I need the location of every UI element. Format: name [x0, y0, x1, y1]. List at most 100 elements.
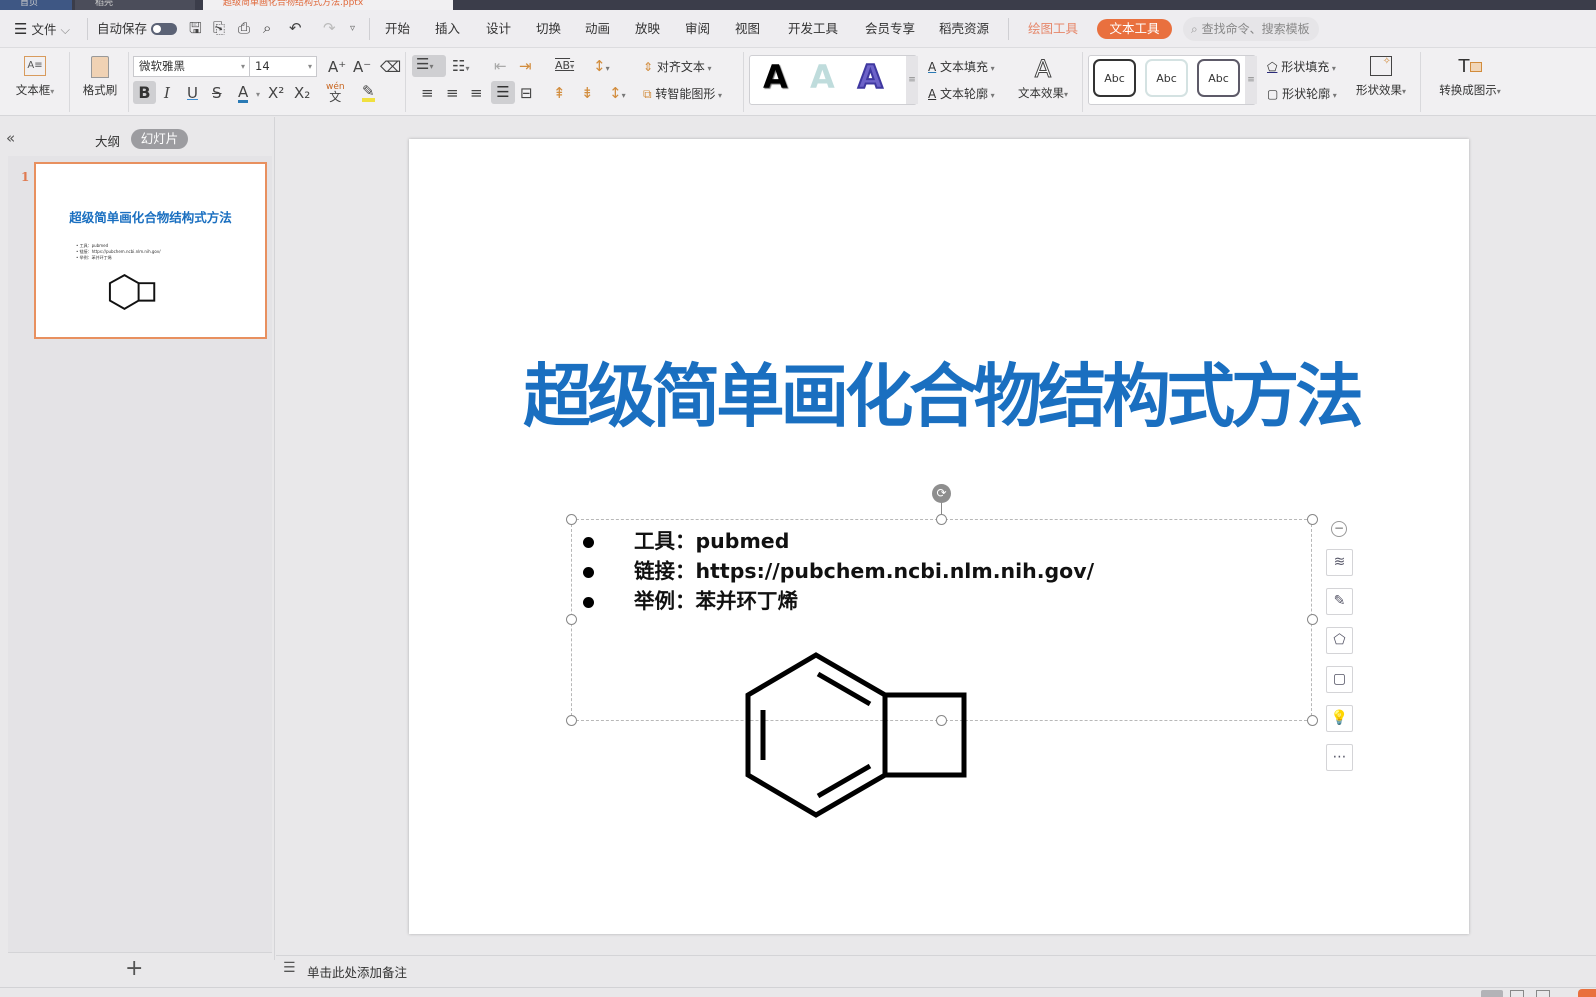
tab-outline[interactable]: 大纲 — [95, 131, 120, 150]
tab-text-tools[interactable]: 文本工具 — [1097, 19, 1172, 39]
format-painter-button[interactable]: 格式刷 — [75, 56, 125, 98]
benzocyclobutene-structure[interactable] — [740, 650, 980, 820]
tab-docer-resources[interactable]: 稻壳资源 — [939, 10, 989, 48]
align-text-button[interactable]: ⇕ 对齐文本 ▾ — [643, 58, 711, 75]
tab-design[interactable]: 设计 — [486, 10, 511, 48]
collapse-panel-icon[interactable]: « — [6, 129, 15, 147]
font-size-select[interactable]: 14 ▾ — [249, 56, 317, 77]
numbered-list-icon[interactable]: ☷▾ — [452, 57, 469, 78]
sort-icon[interactable]: ↕▾ — [593, 57, 610, 78]
resize-handle[interactable] — [1307, 614, 1318, 625]
text-style-outline[interactable]: A — [857, 57, 884, 97]
font-name-select[interactable]: 微软雅黑 ▾ — [133, 56, 250, 77]
highlight-icon[interactable]: ✎ — [362, 84, 375, 102]
tab-transition[interactable]: 切换 — [536, 10, 561, 48]
save-icon[interactable]: 🖫 — [189, 19, 202, 39]
align-right-icon[interactable]: ≡ — [470, 84, 483, 102]
collapse-toolbar-icon[interactable]: − — [1331, 521, 1347, 537]
shape-outline-icon[interactable]: ▢ — [1326, 666, 1353, 693]
tab-developer[interactable]: 开发工具 — [788, 10, 838, 48]
text-style-black[interactable]: A — [763, 58, 788, 96]
distribute-icon[interactable]: ⊟ — [520, 84, 533, 102]
quick-access-more-icon[interactable]: ▿ — [350, 10, 355, 48]
rotate-handle-icon[interactable]: ⟳ — [932, 484, 951, 503]
chevron-down-icon[interactable]: ▾ — [256, 90, 260, 99]
justify-icon[interactable]: ☰ — [491, 81, 515, 104]
file-menu[interactable]: ☰ 文件 ⌵ — [14, 10, 70, 48]
redo-icon[interactable]: ↷ — [323, 19, 336, 39]
shape-fill-button[interactable]: ⬠ 形状填充 ▾ — [1267, 58, 1336, 75]
layers-icon[interactable]: ≋ — [1326, 549, 1353, 576]
tab-animation[interactable]: 动画 — [585, 10, 610, 48]
autosave-toggle[interactable] — [151, 23, 177, 35]
decrease-indent-icon[interactable]: ⇤ — [494, 57, 507, 75]
line-spacing-increase-icon[interactable]: ⇞ — [553, 84, 566, 102]
text-effect-button[interactable]: A 文本效果▾ — [1012, 56, 1074, 101]
window-tab-docer[interactable]: 稻壳 — [75, 0, 195, 10]
lightbulb-icon[interactable]: 💡 — [1326, 705, 1353, 732]
window-tab-document[interactable]: 超级简单画化合物结构式方法.pptx — [203, 0, 453, 10]
resize-handle[interactable] — [1307, 715, 1318, 726]
window-tab-home[interactable]: 首页 — [0, 0, 72, 10]
increase-indent-icon[interactable]: ⇥ — [519, 57, 532, 75]
shape-style-dark[interactable]: Abc — [1093, 59, 1136, 97]
resize-handle[interactable] — [566, 715, 577, 726]
shape-fill-icon[interactable]: ⬠ — [1326, 627, 1353, 654]
tab-insert[interactable]: 插入 — [435, 10, 460, 48]
print-icon[interactable]: ⎙ — [238, 19, 250, 39]
line-spacing-icon[interactable]: ↕▾ — [609, 84, 626, 105]
increase-font-icon[interactable]: A⁺ — [328, 58, 346, 76]
italic-button[interactable]: I — [164, 84, 170, 102]
align-center-icon[interactable]: ≡ — [446, 84, 459, 102]
text-outline-button[interactable]: A 文本轮廓 ▾ — [928, 85, 995, 102]
notes-placeholder[interactable]: 单击此处添加备注 — [307, 962, 407, 981]
resize-handle[interactable] — [936, 514, 947, 525]
decrease-font-icon[interactable]: A⁻ — [353, 58, 371, 76]
tab-member[interactable]: 会员专享 — [865, 10, 915, 48]
line-spacing-decrease-icon[interactable]: ⇟ — [581, 84, 594, 102]
add-slide-button[interactable]: + — [125, 954, 143, 984]
tab-review[interactable]: 审阅 — [685, 10, 710, 48]
convert-smartart-button[interactable]: ⧉ 转智能图形 ▾ — [643, 85, 722, 102]
print-preview-icon[interactable]: ⌕ — [263, 19, 271, 39]
normal-view-icon[interactable] — [1481, 990, 1503, 997]
shape-effect-button[interactable]: ✧ 形状效果▾ — [1350, 56, 1412, 98]
clear-format-icon[interactable]: ⌫ — [380, 58, 401, 76]
align-left-icon[interactable]: ≡ — [421, 84, 434, 102]
shape-style-gray[interactable]: Abc — [1197, 59, 1240, 97]
more-options-icon[interactable]: ⋯ — [1326, 744, 1353, 771]
reading-view-icon[interactable] — [1536, 990, 1550, 997]
tab-start[interactable]: 开始 — [385, 10, 410, 48]
sorter-view-icon[interactable] — [1510, 990, 1524, 997]
export-pdf-icon[interactable]: ⎘ — [213, 19, 225, 39]
textbox-button[interactable]: A≡ 文本框▾ — [10, 56, 60, 98]
play-slideshow-button[interactable] — [1578, 989, 1596, 997]
gallery-more-icon[interactable]: ≡ — [1245, 56, 1257, 104]
shape-style-light[interactable]: Abc — [1145, 59, 1188, 97]
text-style-light[interactable]: A — [810, 58, 835, 96]
resize-handle[interactable] — [1307, 514, 1318, 525]
strikethrough-button[interactable]: S — [212, 84, 222, 102]
superscript-button[interactable]: X² — [268, 84, 284, 102]
underline-button[interactable]: U — [187, 84, 198, 102]
font-color-button[interactable]: A — [238, 84, 249, 103]
gallery-more-icon[interactable]: ≡ — [906, 56, 918, 104]
tab-drawing-tools[interactable]: 绘图工具 — [1028, 10, 1078, 48]
slide-title[interactable]: 超级简单画化合物结构式方法 — [523, 340, 1364, 440]
convert-to-diagram-button[interactable]: T 转换成图示▾ — [1430, 56, 1510, 98]
brush-style-icon[interactable]: ✎ — [1326, 588, 1353, 615]
text-direction-icon[interactable]: AB▾ — [555, 57, 574, 76]
bold-button[interactable]: B — [133, 81, 156, 104]
shape-outline-button[interactable]: ▢ 形状轮廓 ▾ — [1267, 85, 1337, 102]
tab-view[interactable]: 视图 — [735, 10, 760, 48]
phonetic-guide-button[interactable]: wén 文 — [326, 82, 345, 103]
tab-slides[interactable]: 幻灯片 — [131, 129, 188, 149]
text-fill-button[interactable]: A 文本填充 ▾ — [928, 58, 995, 75]
notes-pane[interactable] — [276, 955, 1596, 987]
resize-handle[interactable] — [566, 514, 577, 525]
resize-handle[interactable] — [566, 614, 577, 625]
undo-icon[interactable]: ↶ — [289, 19, 302, 39]
search-input[interactable]: ⌕ 查找命令、搜索模板 — [1183, 17, 1319, 41]
tab-slideshow[interactable]: 放映 — [635, 10, 660, 48]
subscript-button[interactable]: X₂ — [294, 84, 310, 102]
